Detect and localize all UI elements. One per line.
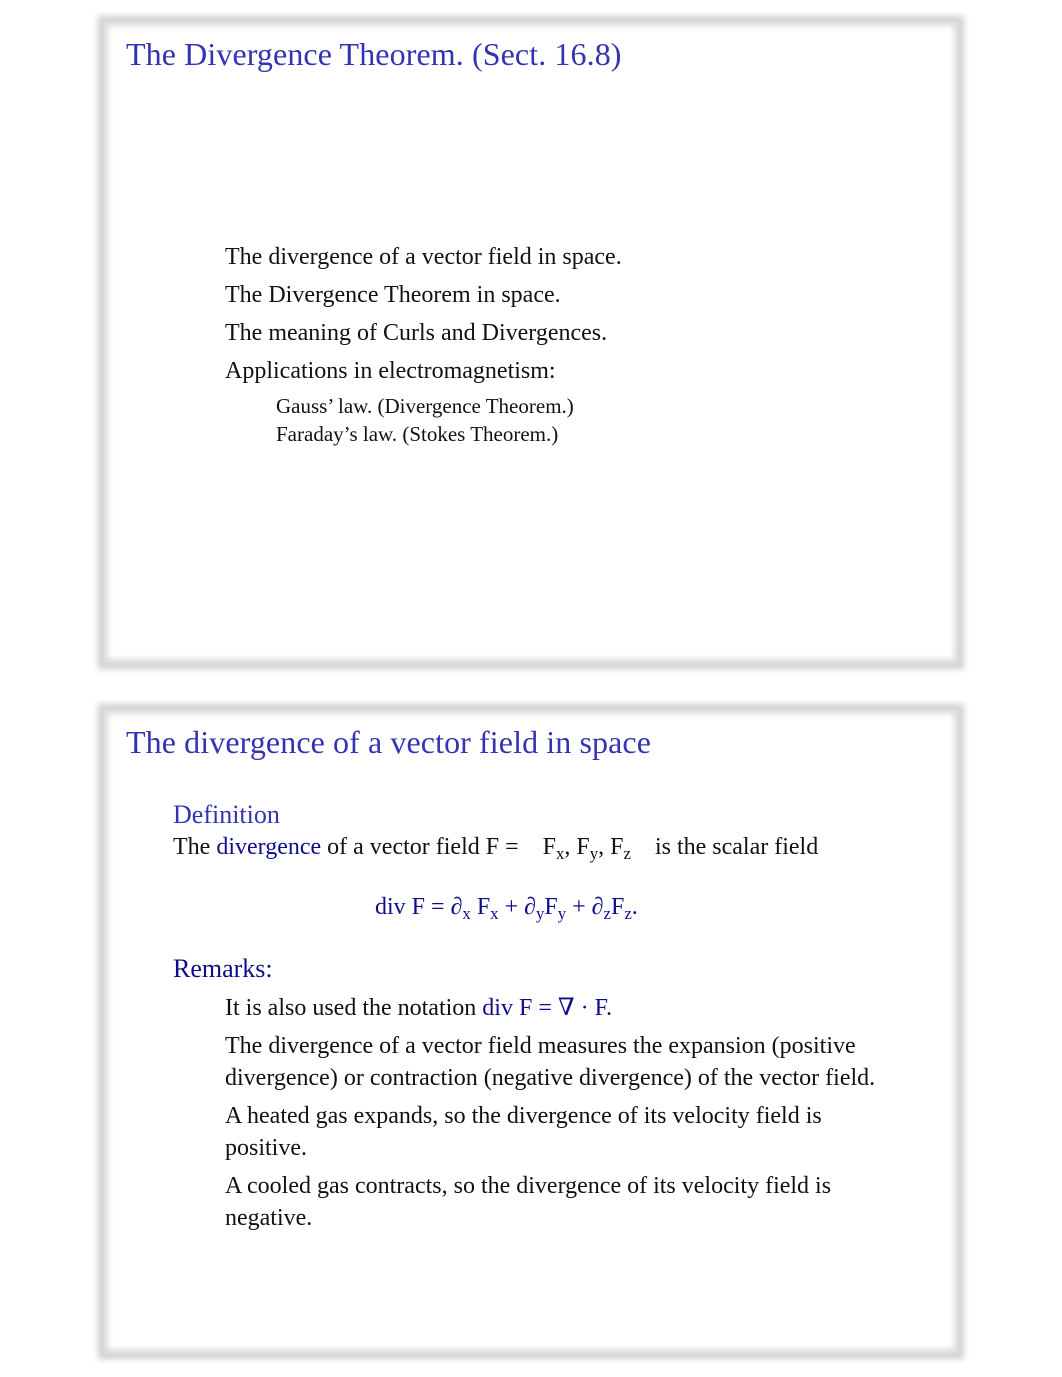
- text: is the scalar field: [648, 834, 819, 860]
- sub-outline-item: Faraday’s law. (Stokes Theorem.): [276, 422, 559, 446]
- subscript: y: [557, 904, 567, 923]
- outline-list: The divergence of a vector field in spac…: [225, 238, 622, 448]
- f: F: [544, 894, 558, 920]
- remark-item: The divergence of a vector field measure…: [225, 1032, 876, 1092]
- remarks-heading: Remarks:: [173, 954, 273, 983]
- slide-divergence-definition: The divergence of a vector field in spac…: [104, 710, 958, 1353]
- text: It is also used the notation: [225, 995, 483, 1021]
- definition-text: The divergence of a vector field F = Fx,…: [173, 834, 819, 863]
- frame-title: The divergence of a vector field in spac…: [126, 724, 652, 760]
- f: F: [476, 894, 491, 920]
- partial-symbol: ∂: [450, 894, 463, 920]
- outline-item: The Divergence Theorem in space.: [225, 282, 561, 308]
- outline-item: The meaning of Curls and Divergences.: [225, 320, 608, 346]
- partial-symbol: ∂: [524, 894, 536, 920]
- divergence-formula: div F = ∂x Fx + ∂yFy + ∂zFz.: [375, 894, 638, 923]
- comp: , F: [598, 834, 624, 860]
- vector-components: Fx, Fy, Fz: [542, 834, 631, 863]
- outline-item: Applications in electromagnetism: Gauss’…: [225, 352, 622, 448]
- formula-lhs: div F =: [375, 894, 451, 920]
- comp: , F: [564, 834, 590, 860]
- subscript: x: [462, 904, 471, 923]
- subscript: x: [490, 904, 499, 923]
- period: .: [631, 894, 638, 920]
- formula-term: ∂x Fx: [450, 894, 499, 923]
- definition-heading: Definition: [173, 800, 280, 829]
- remark-item: A cooled gas contracts, so the divergenc…: [225, 1172, 832, 1232]
- notation-math: div F = ∇ · F: [482, 995, 607, 1021]
- text: of a vector field F =: [321, 834, 525, 860]
- subscript: z: [603, 904, 611, 923]
- slide-title-outline: The Divergence Theorem. (Sect. 16.8) The…: [104, 22, 958, 663]
- outline-item: The divergence of a vector field in spac…: [225, 244, 622, 270]
- sub-outline-item: Gauss’ law. (Divergence Theorem.): [276, 394, 574, 418]
- period: .: [606, 995, 613, 1021]
- comp: F: [542, 834, 556, 860]
- plus: +: [566, 894, 592, 920]
- remarks-list: It is also used the notation div F = ∇ ·…: [225, 992, 905, 1240]
- outline-item-label: Applications in electromagnetism:: [225, 358, 556, 384]
- remark-item: A heated gas expands, so the divergence …: [225, 1102, 822, 1162]
- partial-symbol: ∂: [591, 894, 604, 920]
- remark-item: It is also used the notation div F = ∇ ·…: [225, 992, 905, 1025]
- divergence-term: divergence: [216, 834, 322, 860]
- frame-title: The Divergence Theorem. (Sect. 16.8): [126, 36, 622, 72]
- f: F: [610, 894, 625, 920]
- subscript: z: [623, 844, 631, 863]
- subscript: y: [589, 844, 599, 863]
- formula-term: ∂yFy: [524, 894, 567, 923]
- text: The: [173, 834, 217, 860]
- sub-outline-list: Gauss’ law. (Divergence Theorem.) Farada…: [276, 392, 622, 448]
- formula-term: ∂zFz: [591, 894, 632, 923]
- subscript: z: [624, 904, 632, 923]
- plus: +: [498, 894, 525, 920]
